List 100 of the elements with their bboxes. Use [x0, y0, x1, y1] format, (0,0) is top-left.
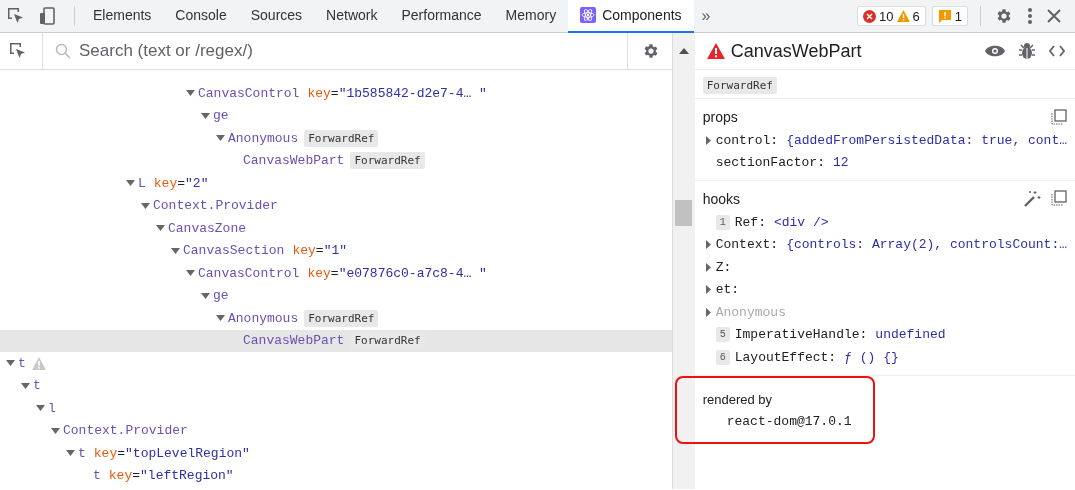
- hook-name: Z:: [715, 259, 732, 275]
- hook-index: 5: [715, 327, 730, 343]
- tree-row[interactable]: CanvasControl key="e07876c0-a7c8-4… ": [0, 262, 672, 285]
- copy-icon[interactable]: [1051, 190, 1067, 206]
- hook-value: {controls: Array(2), controlsCount:…: [786, 237, 1067, 253]
- hook-name: Anonymous: [715, 304, 786, 320]
- panel-tab[interactable]: Sources: [238, 0, 315, 33]
- expand-arrow-icon[interactable]: [186, 270, 195, 277]
- expand-arrow-icon[interactable]: [216, 135, 225, 142]
- error-warning-counter[interactable]: 10 6: [857, 6, 926, 26]
- component-name: CanvasWebPart: [243, 153, 345, 169]
- panel-tab[interactable]: Performance: [389, 0, 494, 33]
- tree-row[interactable]: t key="leftRegion": [0, 464, 672, 487]
- copy-icon[interactable]: [1051, 109, 1067, 125]
- component-name: Anonymous: [228, 130, 299, 146]
- issues-count: 1: [954, 8, 962, 24]
- key-prop: key="topLevelRegion": [93, 445, 250, 461]
- error-count: 10: [879, 8, 894, 24]
- issues-counter[interactable]: 1: [931, 6, 968, 26]
- prop-name: control:: [715, 132, 779, 148]
- eye-icon[interactable]: [985, 44, 1005, 58]
- tree-row[interactable]: t: [0, 374, 672, 397]
- component-name: l: [48, 400, 56, 416]
- warning-count: 6: [912, 8, 920, 24]
- tree-row[interactable]: CanvasControl key="1b585842-d2e7-4… ": [0, 82, 672, 105]
- expand-arrow-icon[interactable]: [201, 292, 210, 299]
- expand-arrow-icon[interactable]: [66, 450, 75, 457]
- search-field[interactable]: Search (text or /regex/): [79, 35, 619, 67]
- tree-row[interactable]: CanvasWebPart ForwardRef: [0, 149, 672, 172]
- component-name: CanvasZone: [168, 220, 246, 236]
- panel-tab[interactable]: Console: [163, 0, 239, 33]
- component-badge: ForwardRef: [304, 309, 379, 327]
- component-name: CanvasWebPart: [243, 333, 345, 349]
- expand-arrow-icon[interactable]: [171, 247, 180, 254]
- expand-arrow-icon[interactable]: [6, 360, 15, 367]
- component-badge: ForwardRef: [350, 152, 425, 170]
- prop-name: sectionFactor:: [715, 155, 825, 171]
- tree-row[interactable]: l: [0, 397, 672, 420]
- expand-arrow-icon[interactable]: [21, 382, 30, 389]
- tree-row[interactable]: CanvasSection key="1": [0, 239, 672, 262]
- expand-arrow-icon[interactable]: [141, 202, 150, 209]
- key-prop: key="1": [292, 243, 348, 259]
- component-name: t: [33, 378, 41, 394]
- more-tabs-button[interactable]: »: [693, 7, 719, 25]
- tree-row[interactable]: CanvasWebPart ForwardRef: [0, 329, 672, 352]
- expand-arrow-icon[interactable]: [51, 427, 60, 434]
- expand-arrow-icon[interactable]: [216, 315, 225, 322]
- tree-row[interactable]: ge: [0, 284, 672, 307]
- tree-row[interactable]: t: [0, 352, 672, 375]
- tree-row[interactable]: Context.Provider: [0, 194, 672, 217]
- component-badge: ForwardRef: [702, 77, 777, 94]
- hook-name: et:: [715, 282, 740, 298]
- prop-value: {addedFromPersistedData: true, cont…: [786, 132, 1067, 148]
- tree-row[interactable]: Anonymous ForwardRef: [0, 307, 672, 330]
- component-name: Context.Provider: [63, 423, 188, 439]
- panel-tab[interactable]: Memory: [493, 0, 569, 33]
- scroll-up-icon[interactable]: [678, 48, 689, 54]
- component-name: ge: [213, 288, 229, 304]
- key-prop: key="2": [153, 175, 209, 191]
- hook-name: Ref:: [734, 214, 766, 230]
- expand-arrow-icon[interactable]: [186, 90, 195, 97]
- component-name: CanvasControl: [198, 85, 300, 101]
- settings-icon[interactable]: [995, 7, 1013, 25]
- expand-arrow-icon[interactable]: [201, 112, 210, 119]
- section-title: props: [702, 109, 738, 125]
- device-toolbar-icon[interactable]: [38, 6, 58, 26]
- tree-row[interactable]: L key="2": [0, 172, 672, 195]
- component-name: t: [78, 445, 86, 461]
- section-title: hooks: [702, 191, 741, 207]
- search-icon: [55, 43, 71, 59]
- error-icon: [863, 9, 877, 23]
- tree-row[interactable]: t key="topLevelRegion": [0, 442, 672, 465]
- more-options-icon[interactable]: [1027, 7, 1033, 25]
- scrollbar-thumb[interactable]: [674, 200, 692, 226]
- warning-icon: [896, 10, 910, 22]
- panel-tab[interactable]: Elements: [81, 0, 164, 33]
- panel-tab[interactable]: Components: [568, 0, 694, 33]
- component-name: t: [18, 355, 26, 371]
- hook-value: undefined: [875, 327, 946, 343]
- tree-row[interactable]: ge: [0, 104, 672, 127]
- close-icon[interactable]: [1047, 9, 1061, 23]
- bug-icon[interactable]: [1019, 42, 1035, 60]
- component-name: t: [93, 468, 101, 484]
- expand-arrow-icon[interactable]: [36, 405, 45, 412]
- tree-row[interactable]: Context.Provider: [0, 419, 672, 442]
- tree-row[interactable]: CanvasZone: [0, 217, 672, 240]
- select-element-icon[interactable]: [8, 41, 28, 61]
- key-prop: key="e07876c0-a7c8-4… ": [307, 265, 487, 281]
- component-name: Context.Provider: [153, 198, 278, 214]
- panel-tab[interactable]: Network: [314, 0, 390, 33]
- key-prop: key="1b585842-d2e7-4… ": [307, 85, 487, 101]
- issue-icon: [937, 9, 952, 23]
- inspect-element-icon[interactable]: [6, 6, 26, 26]
- tree-row[interactable]: Anonymous ForwardRef: [0, 127, 672, 150]
- react-icon: [580, 7, 597, 23]
- expand-arrow-icon[interactable]: [126, 180, 135, 187]
- expand-arrow-icon[interactable]: [156, 225, 165, 232]
- magic-wand-icon[interactable]: [1023, 190, 1041, 208]
- prop-value: 12: [832, 155, 849, 171]
- code-icon[interactable]: [1049, 45, 1065, 57]
